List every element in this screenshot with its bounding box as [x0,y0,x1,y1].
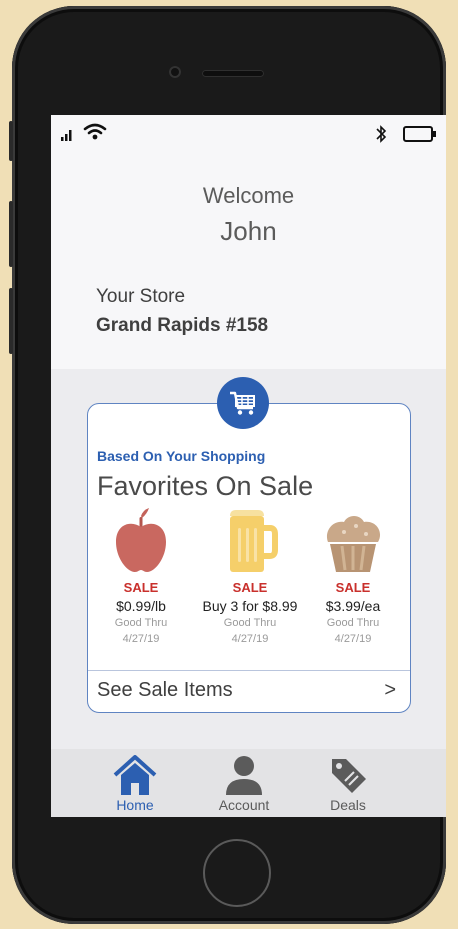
status-bar [51,115,446,155]
front-camera [169,66,181,78]
shopping-cart-icon [230,391,255,415]
sale-price: $3.99/ea [325,598,381,614]
good-thru-label: Good Thru [326,617,380,629]
bottom-tab-bar: Home Account Deals [51,749,446,817]
volume-down-button [9,288,13,354]
sale-price: Buy 3 for $8.99 [202,598,298,614]
tab-deals[interactable]: Deals [303,753,393,813]
good-thru-date: 4/27/19 [122,633,160,645]
cellular-signal-icon [61,130,72,141]
welcome-section: Welcome John Your Store Grand Rapids #15… [51,155,446,369]
chevron-right-icon: > [384,679,396,701]
home-button[interactable] [203,839,271,907]
tab-deals-label: Deals [330,797,366,813]
sale-badge: SALE [232,580,268,595]
battery-icon [403,126,436,142]
volume-up-button [9,201,13,267]
favorites-subtitle: Based On Your Shopping [97,448,266,464]
muffin-icon [326,516,381,572]
beer-mug-icon [230,510,278,572]
home-icon [113,755,157,795]
store-name[interactable]: Grand Rapids #158 [96,315,268,337]
tab-account[interactable]: Account [199,753,289,813]
store-label: Your Store [96,286,186,307]
phone-frame: Welcome John Your Store Grand Rapids #15… [9,6,446,924]
bluetooth-icon [376,125,387,143]
tag-icon [332,759,366,793]
sale-price: $0.99/lb [116,598,166,614]
apple-icon [116,508,166,572]
app-screen: Welcome John Your Store Grand Rapids #15… [51,115,446,817]
tab-home[interactable]: Home [90,753,180,813]
sale-badge: SALE [123,580,159,595]
good-thru-date: 4/27/19 [231,633,269,645]
earpiece-speaker [202,70,264,77]
sale-badge: SALE [335,580,371,595]
good-thru-label: Good Thru [223,617,277,629]
good-thru-date: 4/27/19 [334,633,372,645]
see-sale-items-link[interactable]: See Sale Items > [88,670,410,712]
welcome-user-name: John [220,216,277,246]
favorites-card: Based On Your Shopping Favorites On Sale… [87,403,411,713]
see-sale-items-label: See Sale Items [97,679,233,701]
person-icon [226,756,262,795]
sale-item-beer[interactable]: SALE Buy 3 for $8.99 Good Thru 4/27/19 [201,506,299,646]
welcome-greeting: Welcome [202,183,295,208]
wifi-icon [83,123,107,140]
tab-account-label: Account [218,797,270,813]
favorites-title: Favorites On Sale [97,471,314,501]
sale-item-apple[interactable]: SALE $0.99/lb Good Thru 4/27/19 [92,506,190,646]
ringer-switch [9,121,13,161]
good-thru-label: Good Thru [114,617,168,629]
sale-item-muffin[interactable]: SALE $3.99/ea Good Thru 4/27/19 [304,506,402,646]
tab-home-label: Home [116,797,154,813]
cart-badge [217,377,269,429]
